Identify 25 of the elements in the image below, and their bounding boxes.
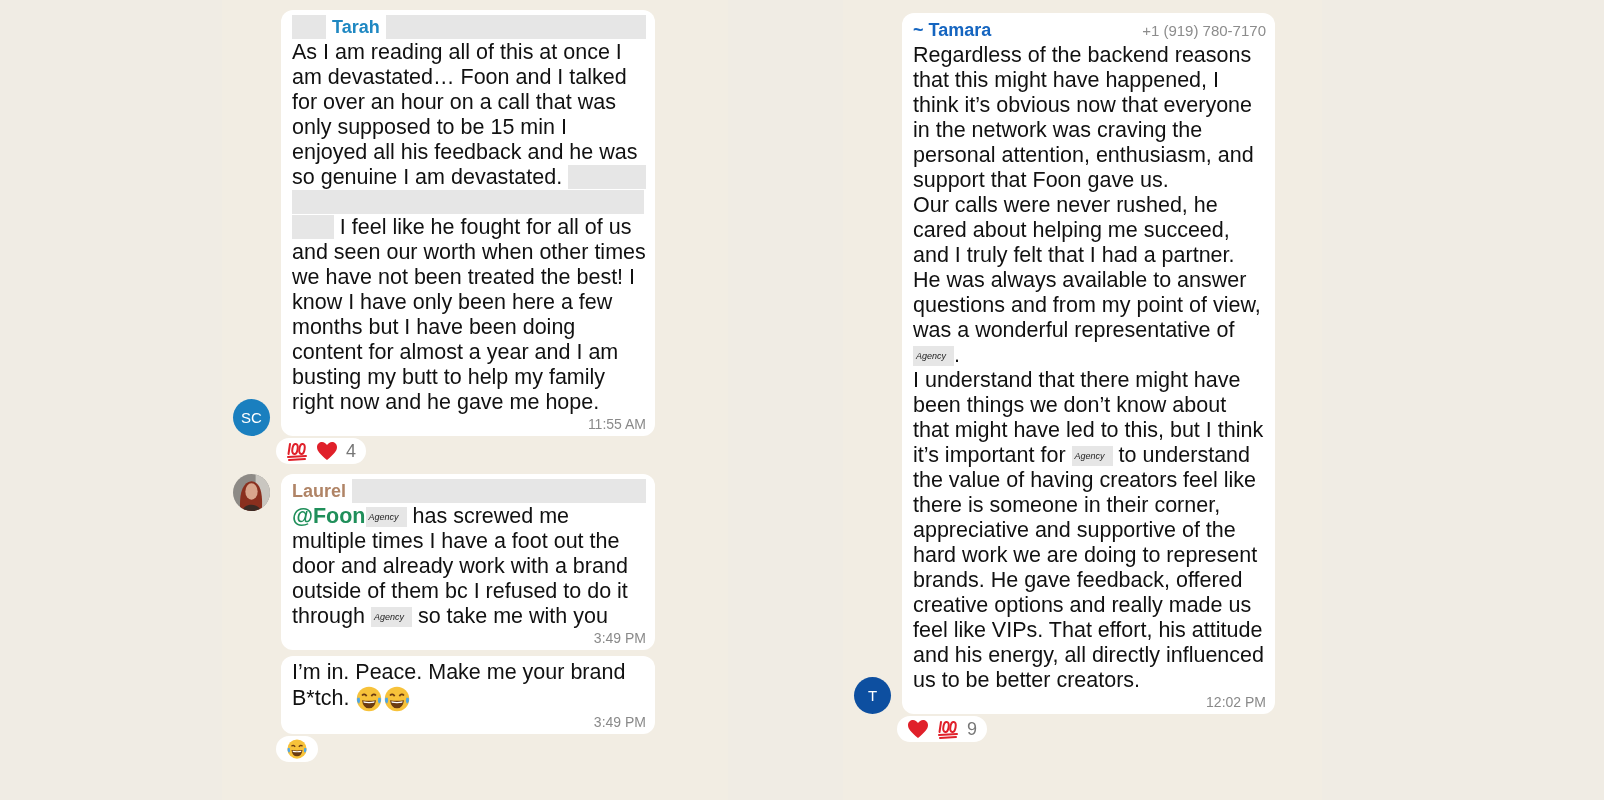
avatar[interactable]: SC	[233, 399, 270, 436]
message-text: As I am reading all of this at once I am devastated… Foon and I talked for over an hour on a call that was only supposed to be 15 min I enjoyed all his feedback and he was so genuine I am devastated. I feel like he fought for all of us and seen our worth when other times we have not been treated the best! I know I have only been here a few months but I have been doing content for almost a year and I am busting my butt to help my family right now and he gave me hope.	[292, 40, 646, 415]
phone-number: +1 (919) 780-7170	[1142, 21, 1266, 39]
heart-icon	[316, 441, 338, 461]
avatar[interactable]: T	[854, 677, 891, 714]
message-text: @Foon Agency has screwed me multiple times I have a foot out the door and already work with a brand outside of them bc I refused to do it through Agency so take me with you	[292, 504, 629, 629]
message-time: 3:49 PM	[593, 713, 646, 731]
reaction-count: 4	[346, 440, 356, 462]
hundred-points-icon	[286, 440, 308, 462]
laughing-emoji-icon	[286, 738, 308, 760]
message-time: 12:02 PM	[1206, 693, 1266, 711]
reaction-pill[interactable]: 4	[274, 436, 368, 466]
message-text: Regardless of the backend reasons that this might have happened, I think it’s obvious now that everyone in the network was craving the personal attention, enthusiasm, and support that Foon gave us. Our calls were never rushed, he cared about helping me succeed, and I truly felt that I had a partner. He was always available to answer questions and from my point of view, was a wonderful representative of Agency . I understand that there might have been things we don’t know about that might have led to this, but I think it’s important for Agency to understand the value of having creators feel like there is someone in their corner, appreciative and supportive of the hard work we are doing to represent brands. He gave feedback, offered creative options and really made us feel like VIPs. That effort, his attitude and his energy, all directly influenced us to be better creators.	[913, 43, 1265, 693]
hundred-points-icon	[937, 718, 959, 740]
message-text: I’m in. Peace. Make me your brand B*tch.	[292, 660, 646, 713]
reaction-pill[interactable]: 9	[895, 714, 989, 744]
sender-name[interactable]: Tarah	[332, 16, 380, 38]
reaction-count: 9	[967, 718, 977, 740]
message-time: 3:49 PM	[593, 629, 646, 647]
sender-name[interactable]: Laurel	[292, 480, 347, 502]
laughing-emoji-icon	[383, 685, 412, 713]
sender-name[interactable]: ~ Tamara	[913, 19, 992, 41]
heart-icon	[907, 719, 929, 739]
message-time: 11:55 AM	[587, 415, 646, 433]
laughing-emoji-icon	[355, 685, 384, 713]
